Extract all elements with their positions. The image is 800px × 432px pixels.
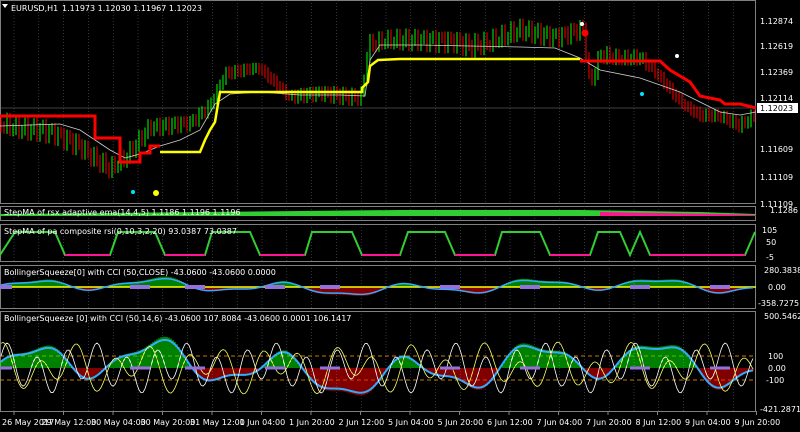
stepma-ema-title: StepMA of rsx adaptive ema(14,4,5) 1.118… <box>4 208 241 217</box>
signal-dot-white <box>580 22 584 26</box>
cci2-axis-tick: -421.2871 <box>760 405 800 414</box>
bb-cci-1-panel[interactable]: BollingerSqueeze[0] with CCI (50,CLOSE) … <box>0 268 756 297</box>
time-tick: 31 May 12:00 <box>190 418 245 427</box>
price-tick: 1.11109 <box>760 173 793 182</box>
price-tick: 1.12369 <box>760 68 793 77</box>
signal-dot-cyan-2 <box>640 92 644 96</box>
time-tick: 7 Jun 04:00 <box>537 418 583 427</box>
time-tick: 1 Jun 20:00 <box>289 418 335 427</box>
cci1-axis-tick: 0.00 <box>768 283 786 292</box>
stepma-ema-panel[interactable]: StepMA of rsx adaptive ema(14,4,5) 1.118… <box>0 208 756 217</box>
stepma-rsi-panel[interactable]: StepMA of pa composite rsi(0,10,3,2,20) … <box>0 227 756 258</box>
time-tick: 30 May 20:00 <box>141 418 196 427</box>
time-tick: 30 May 04:00 <box>91 418 146 427</box>
collapse-arrow-icon[interactable] <box>2 4 8 8</box>
cci2-axis-tick: -100 <box>766 376 784 385</box>
symbol-title: EURUSD,H1 <box>11 4 58 13</box>
chart-canvas[interactable]: EURUSD,H1 1.11973 1.12030 1.11967 1.1202… <box>0 0 800 432</box>
cci1-axis-tick: -358.7275 <box>758 299 799 308</box>
cci2-axis-tick: 0.00 <box>768 364 786 373</box>
step-ma-red-line-2 <box>580 59 757 110</box>
cci2-axis-tick: 100 <box>768 352 783 361</box>
price-tick: 1.11609 <box>760 145 793 154</box>
price-tick: 1.12874 <box>760 17 793 26</box>
signal-dot-yellow <box>153 190 159 196</box>
time-tick: 2 Jun 12:00 <box>339 418 385 427</box>
ohlc-values: 1.11973 1.12030 1.11967 1.12023 <box>62 4 202 13</box>
ema-axis-tick: 1.11109 <box>760 200 793 209</box>
bb-cci-2-histogram <box>0 336 754 396</box>
time-tick: 5 Jun 20:00 <box>438 418 484 427</box>
rsi-axis-tick: -5 <box>766 253 774 262</box>
signal-dot-red <box>581 29 589 37</box>
signal-dot-cyan <box>131 190 135 194</box>
price-axis[interactable]: 1.12874 1.12619 1.12369 1.12114 1.12023 … <box>757 17 800 414</box>
stepma-rsi-title: StepMA of pa composite rsi(0,10,3,2,20) … <box>4 227 237 236</box>
time-axis[interactable]: 26 May 201729 May 12:0030 May 04:0030 Ma… <box>2 411 780 427</box>
price-bars <box>0 18 755 179</box>
chart-header: EURUSD,H1 1.11973 1.12030 1.11967 1.1202… <box>2 4 202 13</box>
time-tick: 1 Jun 04:00 <box>240 418 286 427</box>
bb-cci-2-title: BollingerSqueeze [0] with CCI (50,14,6) … <box>4 314 351 323</box>
price-tick: 1.12114 <box>760 94 793 103</box>
time-tick: 7 Jun 20:00 <box>586 418 632 427</box>
time-tick: 9 Jun 20:00 <box>735 418 781 427</box>
time-tick: 8 Jun 12:00 <box>636 418 682 427</box>
time-tick: 5 Jun 04:00 <box>388 418 434 427</box>
step-ma-yellow-line <box>160 57 580 154</box>
cci2-axis-tick: 500.5462 <box>764 312 800 321</box>
rsi-axis-tick: 105 <box>762 226 777 235</box>
time-tick: 9 Jun 04:00 <box>685 418 731 427</box>
bb-cci-1-title: BollingerSqueeze[0] with CCI (50,CLOSE) … <box>4 268 276 277</box>
time-tick: 29 May 12:00 <box>42 418 97 427</box>
bb-cci-2-cci-line <box>0 338 754 394</box>
current-price-label: 1.12023 <box>760 104 793 113</box>
price-tick: 1.12619 <box>760 42 793 51</box>
cci1-axis-tick: 280.3838 <box>764 266 800 275</box>
time-tick: 6 Jun 12:00 <box>487 418 533 427</box>
rsi-axis-tick: 50 <box>766 238 776 247</box>
signal-dot-white-2 <box>675 54 679 58</box>
